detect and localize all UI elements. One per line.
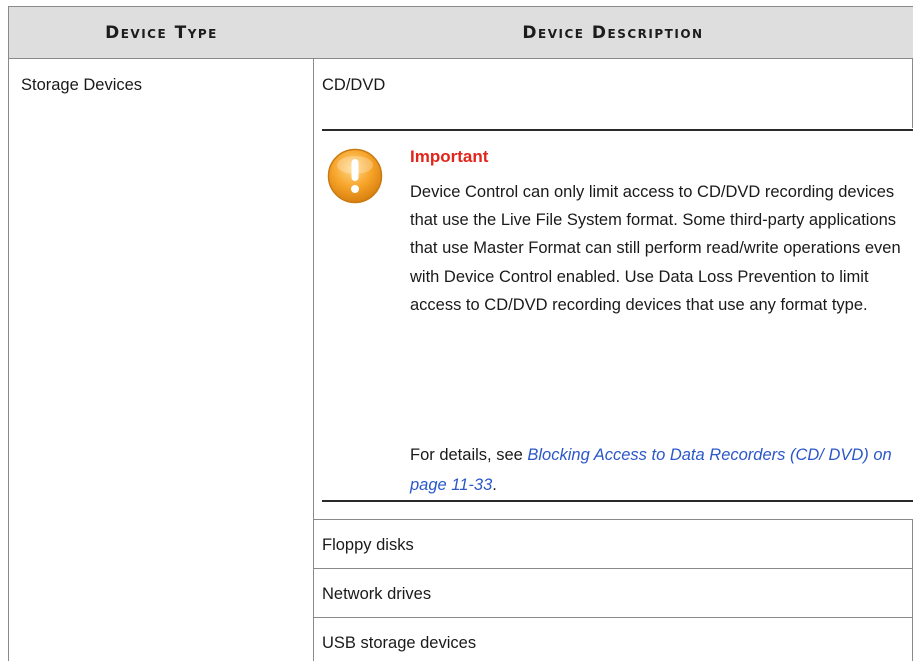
- details-paragraph: For details, see Blocking Access to Data…: [410, 440, 910, 500]
- note-bottom-rule: [322, 500, 913, 502]
- left-border: [8, 58, 9, 661]
- details-prefix: For details, see: [410, 446, 528, 464]
- column-header-device-type: Device Type: [8, 6, 315, 59]
- note-top-rule: [322, 129, 913, 131]
- device-row-cd-dvd: CD/DVD: [322, 76, 386, 94]
- warning-icon: [327, 148, 383, 204]
- important-body: Device Control can only limit access to …: [410, 178, 910, 319]
- row-divider-usb: [313, 617, 913, 618]
- column-divider: [313, 58, 314, 661]
- important-body-text: Device Control can only limit access to …: [410, 183, 901, 314]
- device-row-network: Network drives: [322, 585, 432, 603]
- device-type-cell: Storage Devices: [21, 76, 143, 94]
- device-row-floppy: Floppy disks: [322, 536, 414, 554]
- details-suffix: .: [492, 476, 497, 494]
- row-divider-network: [313, 568, 913, 569]
- row-divider-floppy: [313, 519, 913, 520]
- important-title: Important: [410, 147, 489, 166]
- device-row-usb: USB storage devices: [322, 634, 477, 652]
- column-header-device-description: Device Description: [313, 6, 913, 59]
